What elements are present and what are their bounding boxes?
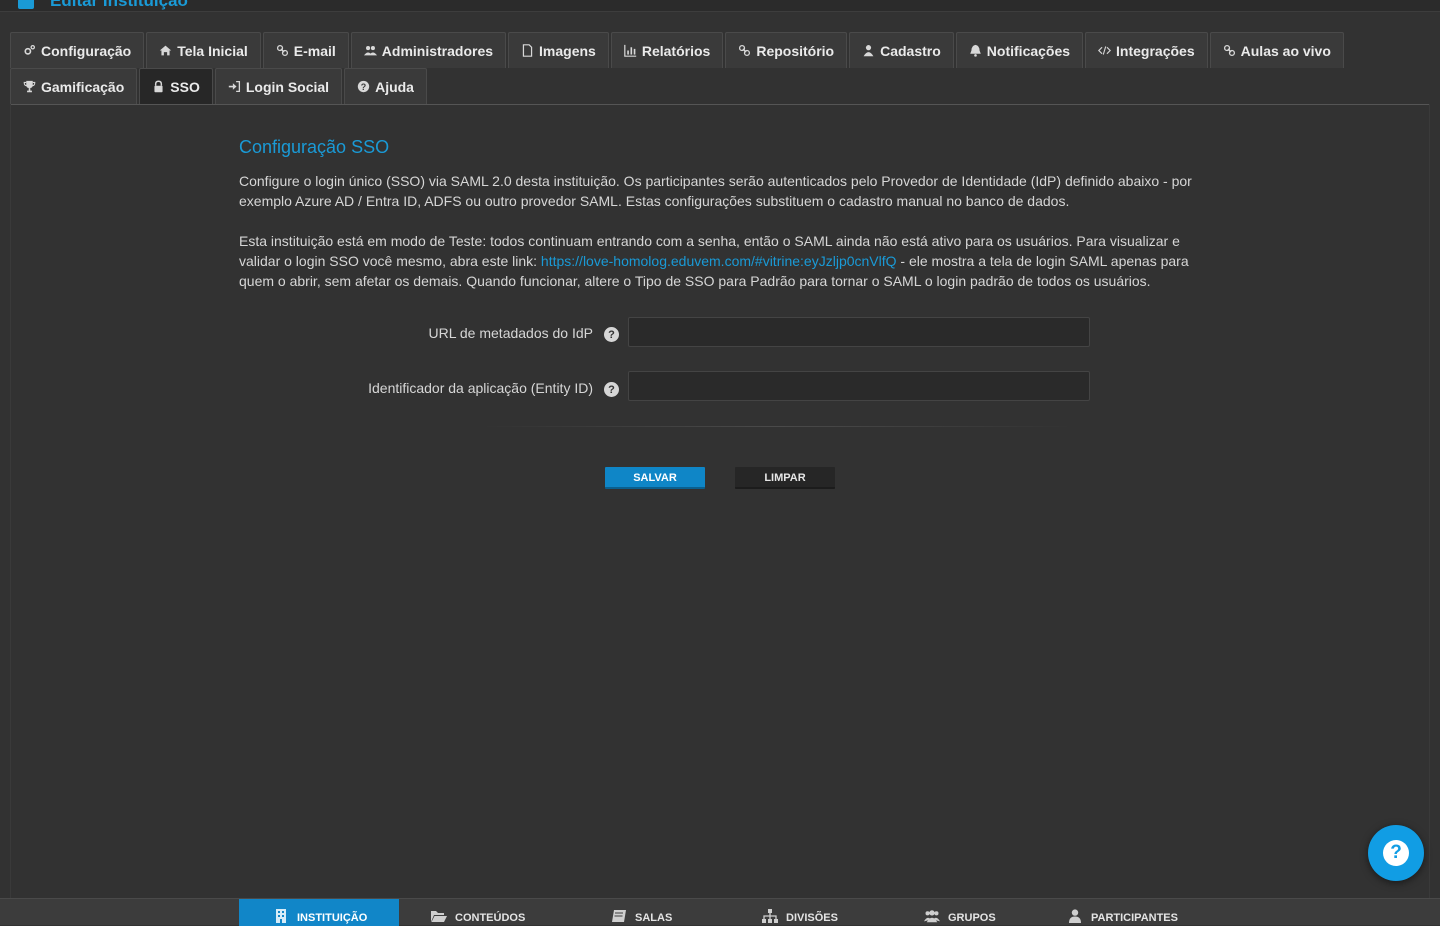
sso-test-mode-text: Esta instituição está em modo de Teste: … (239, 231, 1204, 291)
bottom-nav-label: INSTITUIÇÃO (297, 912, 368, 924)
question-circle-icon: ? (357, 80, 370, 93)
bottom-nav-label: DIVISÕES (786, 912, 838, 924)
page-header-title: Editar Instituição (50, 0, 188, 10)
sign-in-icon (228, 80, 240, 93)
tab-label: Tela Inicial (177, 42, 248, 59)
bottom-nav-label: CONTEÚDOS (455, 912, 526, 924)
bottom-nav-grupos[interactable]: GRUPOS (924, 899, 996, 926)
section-title: Configuração SSO (239, 137, 390, 157)
bottom-nav-label: PARTICIPANTES (1091, 912, 1178, 924)
bottom-nav-conteudos[interactable]: CONTEÚDOS (431, 899, 525, 926)
user-icon (863, 45, 874, 57)
person-icon (1069, 909, 1081, 923)
tab-label: Configuração (41, 42, 132, 59)
tab-label: Aulas ao vivo (1240, 42, 1331, 59)
metadata-url-input[interactable] (628, 317, 1090, 347)
code-icon (1098, 46, 1112, 55)
tab-label: Repositório (756, 42, 835, 59)
building-icon (276, 909, 286, 923)
tab-label: E-mail (293, 42, 336, 59)
tab-label: Cadastro (880, 42, 941, 59)
top-header-bar: Editar Instituição (0, 0, 1440, 12)
home-icon (160, 45, 172, 56)
bottom-nav: INSTITUIÇÃO CONTEÚDOS SALAS DIVISÕES GRU… (0, 898, 1440, 926)
panel-border-left (10, 104, 11, 898)
cogs-icon (24, 44, 36, 55)
institution-icon (18, 0, 34, 9)
clear-button[interactable]: LIMPAR (735, 467, 835, 489)
group-icon (924, 910, 940, 923)
sitemap-icon (762, 909, 778, 923)
trophy-icon (23, 80, 36, 93)
tab-configuracao[interactable]: Configuração (10, 32, 145, 68)
save-button[interactable]: SALVAR (605, 467, 705, 489)
tab-label: Login Social (245, 78, 330, 95)
tab-row-2: Gamificação SSO Login Social ? Ajuda (10, 68, 1430, 104)
tab-integracoes[interactable]: Integrações (1085, 32, 1208, 68)
link-icon (276, 44, 288, 57)
tab-label: Notificações (986, 42, 1071, 59)
tab-label: Ajuda (375, 78, 414, 95)
tab-cadastro[interactable]: Cadastro (849, 32, 954, 68)
tab-tela-inicial[interactable]: Tela Inicial (146, 32, 261, 68)
tab-ajuda[interactable]: ? Ajuda (344, 68, 427, 104)
tab-aulas-ao-vivo[interactable]: Aulas ao vivo (1209, 32, 1344, 68)
bar-chart-icon (624, 44, 637, 57)
tab-label: Administradores (381, 42, 494, 59)
svg-text:?: ? (361, 82, 366, 92)
settings-tabs: Configuração Tela Inicial E-mail Adminis… (10, 32, 1430, 104)
bottom-nav-label: GRUPOS (948, 912, 996, 924)
tab-relatorios[interactable]: Relatórios (610, 32, 724, 68)
tab-row-1: Configuração Tela Inicial E-mail Adminis… (10, 32, 1430, 68)
tab-label: Imagens (539, 42, 596, 59)
question-circle-icon[interactable]: ? (604, 382, 619, 397)
form-divider (480, 426, 1075, 427)
entity-id-label: Identificador da aplicação (Entity ID) (368, 380, 593, 396)
tab-label: Integrações (1116, 42, 1195, 59)
users-icon (363, 46, 377, 56)
tab-label: Gamificação (41, 78, 125, 95)
tab-repositorio[interactable]: Repositório (725, 32, 848, 68)
sso-test-link[interactable]: https://love-homolog.eduvem.com/#vitrine… (541, 253, 897, 269)
tab-sso[interactable]: SSO (139, 68, 213, 104)
tab-imagens[interactable]: Imagens (508, 32, 609, 68)
bell-icon (970, 44, 981, 57)
tab-login-social[interactable]: Login Social (214, 68, 343, 104)
tab-label: Relatórios (641, 42, 711, 59)
panel-border-right (1429, 104, 1430, 898)
folder-open-icon (431, 911, 447, 922)
metadata-url-label: URL de metadados do IdP (428, 325, 593, 341)
question-icon: ? (1383, 840, 1409, 866)
sso-intro-text: Configure o login único (SSO) via SAML 2… (239, 173, 1192, 209)
bottom-nav-label: SALAS (635, 912, 673, 924)
bottom-nav-salas[interactable]: SALAS (611, 899, 672, 926)
tab-label: SSO (170, 78, 200, 95)
lock-icon (154, 80, 163, 93)
bottom-nav-divisoes[interactable]: DIVISÕES (762, 899, 838, 926)
file-icon (522, 44, 533, 57)
tab-gamificacao[interactable]: Gamificação (10, 68, 138, 104)
bottom-nav-participantes[interactable]: PARTICIPANTES (1067, 899, 1178, 926)
entity-id-input[interactable] (628, 371, 1090, 401)
help-fab-button[interactable]: ? (1368, 825, 1424, 881)
tab-notificacoes[interactable]: Notificações (955, 32, 1084, 68)
tab-administradores[interactable]: Administradores (350, 32, 507, 68)
book-icon (612, 910, 626, 922)
tab-divider (10, 104, 1430, 105)
page-header: Editar Instituição (18, 0, 188, 11)
link-icon (1223, 44, 1235, 57)
tab-email[interactable]: E-mail (262, 32, 349, 68)
bottom-nav-instituicao[interactable]: INSTITUIÇÃO (239, 899, 399, 926)
link-icon (739, 44, 751, 57)
question-circle-icon[interactable]: ? (604, 327, 619, 342)
